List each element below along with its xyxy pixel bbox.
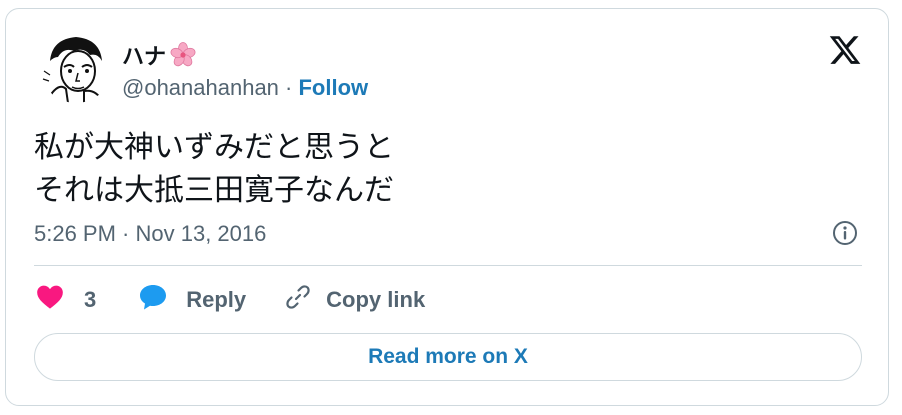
tweet-line: 私が大神いずみだと思うと: [34, 131, 394, 164]
action-bar: 3 Reply Copy link: [36, 283, 425, 317]
x-logo-icon[interactable]: [828, 33, 862, 67]
display-name[interactable]: ハナ: [122, 39, 196, 71]
handle-row: @ohanahanhan · Follow: [122, 75, 368, 101]
follow-button[interactable]: Follow: [298, 75, 368, 100]
reply-label: Reply: [186, 287, 247, 312]
tweet-line: それは大抵三田寛子なんだ: [34, 174, 394, 207]
display-name-text: ハナ: [122, 44, 167, 69]
like-count: 3: [84, 287, 97, 312]
user-handle[interactable]: @ohanahanhan: [122, 75, 279, 100]
copy-link-label: Copy link: [326, 287, 426, 312]
link-icon: [284, 283, 312, 317]
cherry-blossom-icon: [170, 42, 196, 67]
info-icon[interactable]: [832, 220, 858, 246]
avatar[interactable]: [40, 31, 112, 103]
avatar-illustration: [40, 31, 112, 103]
tweet-card: ハナ @ohanahanhan · Follow 私が大神いずみだと思うと それ…: [5, 8, 889, 406]
heart-icon: [36, 284, 64, 316]
handle-separator: ·: [278, 75, 299, 100]
divider: [34, 265, 862, 266]
reply-bubble-icon: [138, 283, 168, 317]
read-more-button[interactable]: Read more on X: [34, 333, 862, 381]
tweet-text: 私が大神いずみだと思うと それは大抵三田寛子なんだ: [34, 126, 394, 212]
reply-button[interactable]: Reply: [138, 283, 246, 317]
copy-link-button[interactable]: Copy link: [284, 283, 425, 317]
like-button[interactable]: 3: [36, 284, 96, 316]
tweet-timestamp[interactable]: 5:26 PM · Nov 13, 2016: [34, 221, 266, 247]
